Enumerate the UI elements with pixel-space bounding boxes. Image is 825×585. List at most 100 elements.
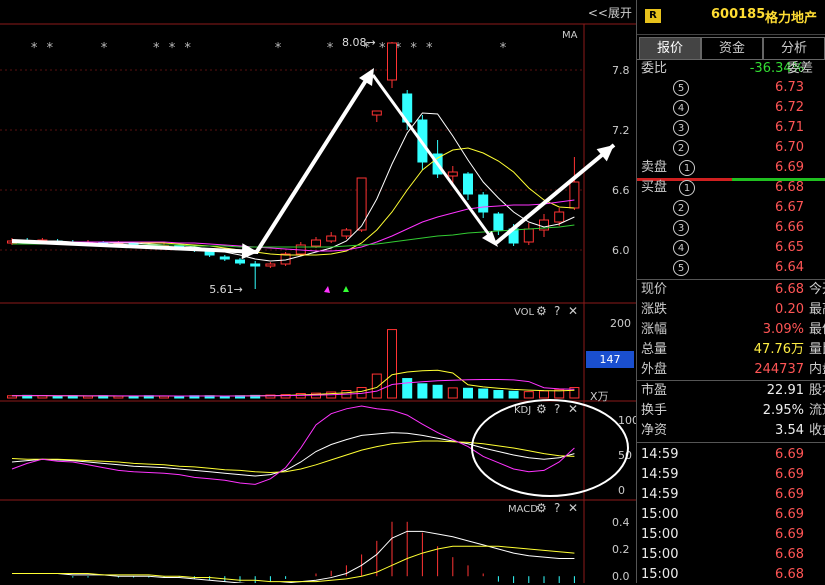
quote-stat-tail: 最高 xyxy=(809,302,825,317)
high-annotation: 8.08→ xyxy=(342,36,376,49)
candle-body[interactable] xyxy=(250,263,261,267)
volume-bar[interactable] xyxy=(417,383,428,399)
kdj-k-line xyxy=(11,432,575,477)
signal-star: * xyxy=(499,41,507,56)
low-annotation: 5.61→ xyxy=(209,283,243,296)
buy-order-row[interactable]: 2 6.67 xyxy=(637,198,825,218)
candle-body[interactable] xyxy=(265,263,276,267)
volume-bar[interactable] xyxy=(371,373,382,399)
candle-body[interactable] xyxy=(219,256,230,260)
stock-name: 格力地产 xyxy=(765,11,818,26)
volume-bar[interactable] xyxy=(539,390,549,399)
macd-settings-icon[interactable]: ⚙ xyxy=(536,501,547,515)
sell-order-row[interactable]: 4 6.72 xyxy=(637,98,825,118)
buy-order-row[interactable]: 4 6.65 xyxy=(637,238,825,258)
volume-bar[interactable] xyxy=(478,388,489,399)
buy-order-row[interactable]: 买盘 1 6.68 xyxy=(637,178,825,198)
fundamental-row: 净资 3.54 收益(四 xyxy=(637,421,825,441)
buy-order-index: 2 xyxy=(673,200,689,216)
tick-price: 6.69 xyxy=(775,467,804,482)
buy-order-price: 6.65 xyxy=(775,240,804,255)
fundamental-value: 2.95% xyxy=(762,403,804,418)
buy-order-index: 5 xyxy=(673,260,689,276)
candle-body[interactable] xyxy=(371,110,382,116)
volume-bar[interactable] xyxy=(463,387,473,399)
volume-bar[interactable] xyxy=(493,390,504,399)
quote-stat-value: 47.76万 xyxy=(753,342,804,357)
order-ratio-label: 委比 xyxy=(641,61,668,76)
vol-close-icon[interactable]: ✕ xyxy=(568,304,578,318)
candle-body[interactable] xyxy=(356,177,367,231)
expand-button[interactable]: <<展开 xyxy=(588,4,632,21)
quote-stat-tail: 今开 xyxy=(809,282,825,297)
vol-current-value: 147 xyxy=(586,351,634,368)
macd-tick-label: 0.2 xyxy=(612,543,630,556)
sell-signal-marker xyxy=(324,286,330,293)
kdj-close-icon[interactable]: ✕ xyxy=(568,402,578,416)
sell-order-row[interactable]: 2 6.70 xyxy=(637,138,825,158)
tab-capital[interactable]: 资金 xyxy=(701,37,763,59)
candle-body[interactable] xyxy=(523,228,534,243)
buy-order-index: 3 xyxy=(673,220,689,236)
candle-body[interactable] xyxy=(235,259,245,264)
candle-body[interactable] xyxy=(326,235,337,242)
sell-order-index: 4 xyxy=(673,100,689,116)
buy-order-row[interactable]: 5 6.64 xyxy=(637,258,825,278)
quote-stat-label: 现价 xyxy=(641,282,668,297)
macd-indicator-name[interactable]: MACD xyxy=(508,504,538,515)
candle-body[interactable] xyxy=(493,213,504,231)
sell-order-row[interactable]: 3 6.71 xyxy=(637,118,825,138)
price-tick-label: 6.6 xyxy=(612,184,630,197)
tick-row: 14:59 6.69 xyxy=(637,485,825,505)
kdj-help-icon[interactable]: ? xyxy=(554,402,560,416)
volume-bar[interactable] xyxy=(508,390,519,399)
candle-body[interactable] xyxy=(204,251,215,256)
candle-body[interactable] xyxy=(569,181,580,209)
buy-order-row[interactable]: 3 6.66 xyxy=(637,218,825,238)
candle-body[interactable] xyxy=(554,211,565,223)
tick-time: 15:00 xyxy=(641,507,679,522)
quote-stat-row: 总量 47.76万量比 xyxy=(637,340,825,360)
volume-bar[interactable] xyxy=(432,384,443,399)
volume-bar[interactable] xyxy=(387,329,397,399)
kline-chart-area[interactable]: 7.8 7.2 6.6 6.0 * * * * * * * * * * * * * * 8.08→ 5.… xyxy=(0,0,636,583)
vol-help-icon[interactable]: ? xyxy=(554,304,560,318)
volume-bar[interactable] xyxy=(523,391,534,399)
volume-bar[interactable] xyxy=(447,387,458,399)
buy-order-price: 6.64 xyxy=(775,260,804,275)
buy-order-index: 1 xyxy=(679,180,695,196)
tab-analysis[interactable]: 分析 xyxy=(763,37,825,59)
fundamental-label: 市盈 xyxy=(641,383,668,398)
sell-order-index: 3 xyxy=(673,120,689,136)
buy-order-price: 6.68 xyxy=(775,180,804,195)
signal-star: * * * xyxy=(152,41,191,56)
sell-order-row[interactable]: 卖盘 1 6.69 xyxy=(637,158,825,178)
kdj-indicator-name[interactable]: KDJ xyxy=(514,405,531,416)
tick-price: 6.68 xyxy=(775,547,804,562)
trend-arrow-rebound xyxy=(494,143,616,245)
candle-body[interactable] xyxy=(478,194,489,213)
vol-indicator-name[interactable]: VOL xyxy=(514,307,534,318)
candle-body[interactable] xyxy=(311,239,321,247)
candle-body[interactable] xyxy=(341,229,352,237)
candle-body[interactable] xyxy=(387,42,397,81)
candle-body[interactable] xyxy=(447,171,458,177)
macd-help-icon[interactable]: ? xyxy=(554,501,560,515)
candle-body[interactable] xyxy=(463,173,473,195)
quote-stat-label: 涨跌 xyxy=(641,302,668,317)
vol-settings-icon[interactable]: ⚙ xyxy=(536,304,547,318)
fundamental-tail: 股本 xyxy=(809,383,825,398)
sell-order-index: 1 xyxy=(679,160,695,176)
volume-bar[interactable] xyxy=(402,378,413,399)
volume-bar[interactable] xyxy=(52,395,63,399)
quote-stat-tail: 量比 xyxy=(809,342,825,357)
kdj-settings-icon[interactable]: ⚙ xyxy=(536,402,547,416)
kline-chart-svg: 7.87.26.66.0* * * * * * * * * * * * * *8.08→5.… xyxy=(0,23,636,583)
volume-bar[interactable] xyxy=(83,395,93,399)
sell-order-row[interactable]: 5 6.73 xyxy=(637,78,825,98)
quote-stat-label: 涨幅 xyxy=(641,322,668,337)
tab-quote[interactable]: 报价 xyxy=(639,37,701,59)
macd-close-icon[interactable]: ✕ xyxy=(568,501,578,515)
tick-price: 6.69 xyxy=(775,447,804,462)
signal-star: * xyxy=(326,41,334,56)
